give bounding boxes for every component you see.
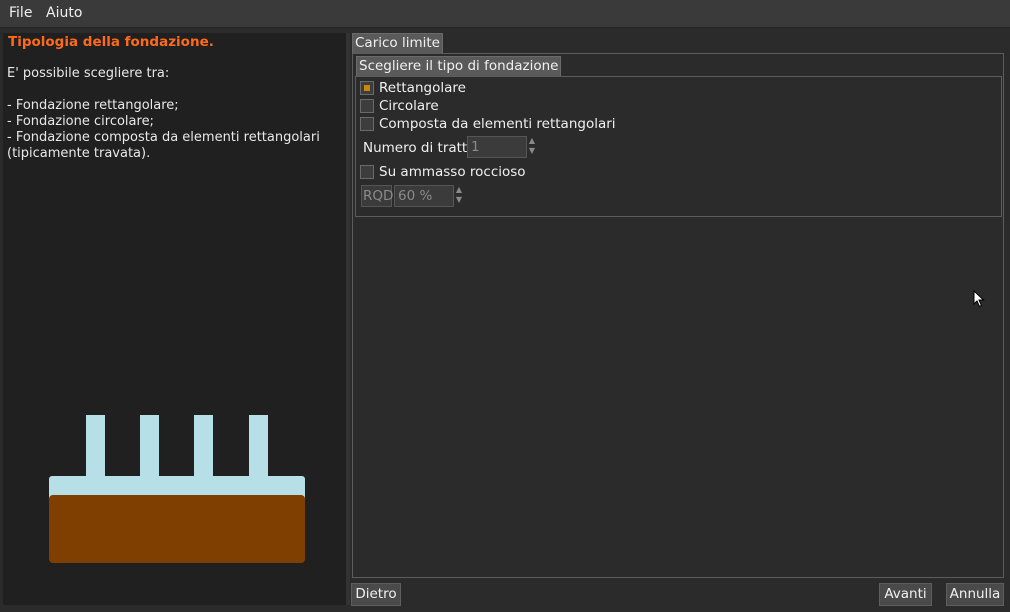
label-rectangular[interactable]: Rettangolare [379,80,466,96]
spin-arrows-icon[interactable]: ▲ ▼ [454,185,464,207]
checkbox-rock-mass[interactable] [360,165,374,179]
mouse-pointer-icon [973,290,985,308]
checkbox-composite[interactable] [360,117,374,131]
rqd-label: RQD [361,185,393,207]
label-circular[interactable]: Circolare [379,98,439,114]
splitter-handle[interactable] [346,33,350,605]
back-button[interactable]: Dietro [351,583,401,606]
help-line: - Fondazione composta da elementi rettan… [7,130,320,145]
label-num-segments: Numero di tratti [363,140,471,156]
menu-help[interactable]: Aiuto [46,5,82,21]
menu-bar: File Aiuto [0,0,1010,28]
checkbox-circular[interactable] [360,99,374,113]
rqd-spinbox[interactable]: 60 % [394,185,454,207]
menu-file[interactable]: File [9,5,32,21]
help-panel: Tipologia della fondazione. E' possibile… [3,33,346,605]
next-button[interactable]: Avanti [879,583,932,606]
foundation-pillar [86,415,105,481]
label-rock-mass[interactable]: Su ammasso roccioso [379,164,526,180]
cancel-button[interactable]: Annulla [946,583,1004,606]
group-title: Scegliere il tipo di fondazione [356,56,562,76]
help-line: - Fondazione circolare; [7,114,154,129]
soil-block [49,495,305,563]
spin-arrows-icon[interactable]: ▲ ▼ [527,136,537,158]
foundation-illustration [49,415,305,563]
foundation-pillar [194,415,213,481]
help-title: Tipologia della fondazione. [8,34,214,50]
foundation-pillar [249,415,268,481]
checkbox-rectangular[interactable] [360,81,374,95]
help-line: E' possibile scegliere tra: [7,66,170,81]
tab-carico-limite[interactable]: Carico limite [352,33,443,53]
help-line: (tipicamente travata). [7,146,151,161]
help-line: - Fondazione rettangolare; [7,98,179,113]
label-composite[interactable]: Composta da elementi rettangolari [379,116,616,132]
num-segments-spinbox[interactable]: 1 [467,136,527,158]
foundation-pillar [140,415,159,481]
